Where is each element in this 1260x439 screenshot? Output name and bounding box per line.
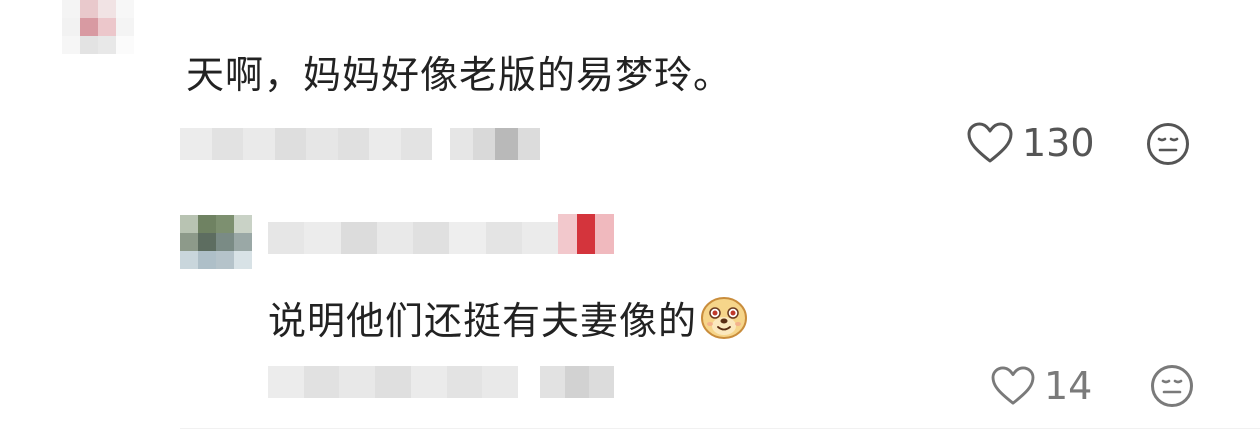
reply-link-blurred[interactable] — [450, 128, 540, 160]
like-button[interactable]: 130 — [966, 121, 1095, 165]
reply-text-content: 说明他们还挺有夫妻像的 — [268, 299, 698, 343]
heart-outline-icon — [967, 122, 1013, 163]
reply-like-button[interactable]: 14 — [990, 364, 1092, 408]
avatar[interactable] — [62, 0, 134, 54]
comment-text: 天啊，妈妈好像老版的易梦玲。 — [186, 53, 733, 97]
reply-badge-blurred — [558, 214, 614, 254]
smiling-dog-face-emoji — [699, 294, 749, 340]
heart-outline-icon — [991, 366, 1035, 405]
reply-like-count: 14 — [1044, 364, 1093, 408]
like-count: 130 — [1022, 121, 1095, 165]
reply-avatar[interactable] — [180, 215, 252, 269]
neutral-face-icon[interactable] — [1146, 122, 1190, 170]
neutral-face-icon[interactable] — [1150, 364, 1194, 412]
divider — [180, 428, 1260, 429]
reply-meta-blurred — [268, 366, 518, 398]
reply-text: 说明他们还挺有夫妻像的 — [268, 290, 749, 345]
reply-reply-link-blurred[interactable] — [540, 366, 614, 398]
comment-meta-blurred — [180, 128, 432, 160]
reply-username-blurred[interactable] — [268, 222, 558, 254]
